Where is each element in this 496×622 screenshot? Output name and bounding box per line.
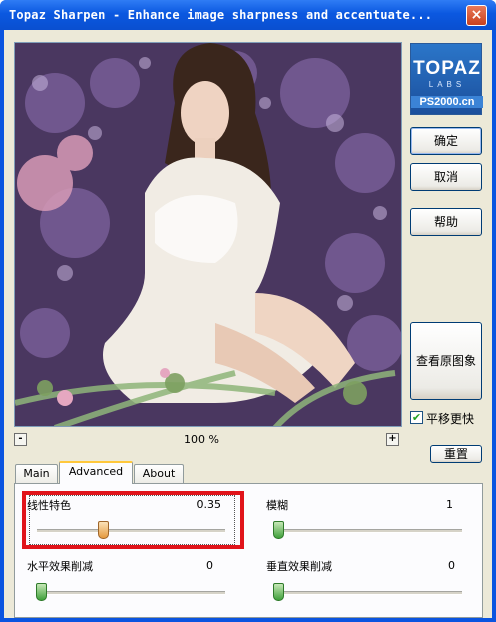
zoom-out-button[interactable]: -	[14, 433, 27, 446]
zoom-level: 100 %	[184, 433, 219, 446]
vertical-reduction-value: 0	[448, 559, 455, 572]
vertical-reduction-label: 垂直效果削减	[266, 560, 332, 573]
logo-site: PS2000.cn	[411, 96, 483, 108]
close-button[interactable]: ×	[466, 5, 487, 26]
title-bar[interactable]: Topaz Sharpen - Enhance image sharpness …	[0, 0, 496, 30]
logo-labs: LABS	[428, 80, 466, 89]
logo-brand: TOPAZ	[413, 58, 481, 79]
topaz-labs-logo: TOPAZ LABS PS2000.cn	[410, 43, 483, 115]
preview-photo	[15, 43, 401, 426]
vertical-reduction-track[interactable]	[274, 591, 462, 595]
horizontal-reduction-track[interactable]	[37, 591, 225, 595]
dialog-window: Topaz Sharpen - Enhance image sharpness …	[0, 0, 496, 622]
tab-advanced[interactable]: Advanced	[59, 461, 133, 484]
ok-button[interactable]: 确定	[410, 127, 482, 155]
annotation-highlight-box	[22, 491, 244, 549]
cancel-button[interactable]: 取消	[410, 163, 482, 191]
horizontal-reduction-slider-thumb[interactable]	[36, 583, 47, 601]
window-title: Topaz Sharpen - Enhance image sharpness …	[9, 8, 433, 22]
pan-faster-checkbox[interactable]: ✔	[410, 411, 423, 424]
horizontal-reduction-value: 0	[206, 559, 213, 572]
horizontal-reduction-label: 水平效果削减	[27, 560, 93, 573]
blur-label: 模糊	[266, 499, 288, 512]
dialog-client-area: - 100 % + TOPAZ LABS PS2000.cn 确定 取消 帮助 …	[4, 30, 492, 618]
help-button[interactable]: 帮助	[410, 208, 482, 236]
blur-track[interactable]	[274, 529, 462, 533]
tab-about[interactable]: About	[134, 464, 184, 484]
pan-faster-label: 平移更快	[426, 412, 475, 426]
zoom-in-button[interactable]: +	[386, 433, 399, 446]
vertical-reduction-slider-thumb[interactable]	[273, 583, 284, 601]
image-preview[interactable]	[14, 42, 402, 427]
reset-button[interactable]: 重置	[430, 445, 482, 463]
view-original-button[interactable]: 查看原图象	[410, 322, 482, 400]
tab-main[interactable]: Main	[15, 464, 58, 484]
blur-value: 1	[446, 498, 453, 511]
blur-slider-thumb[interactable]	[273, 521, 284, 539]
